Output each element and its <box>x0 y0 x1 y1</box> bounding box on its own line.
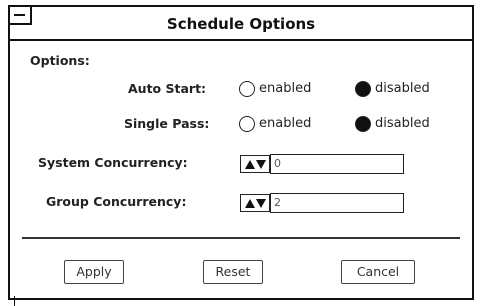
window-title: Schedule Options <box>166 15 316 33</box>
single-pass-disabled-label[interactable]: disabled <box>375 116 430 131</box>
single-pass-label: Single Pass: <box>124 116 210 131</box>
title-bar: Schedule Options <box>10 7 472 41</box>
group-concurrency-label: Group Concurrency: <box>46 194 187 209</box>
auto-start-label: Auto Start: <box>128 81 207 96</box>
single-pass-disabled-radio[interactable] <box>355 116 371 132</box>
resize-handle[interactable] <box>14 296 15 306</box>
reset-button[interactable]: Reset <box>203 260 263 284</box>
schedule-options-window: Schedule Options Options: Auto Start: en… <box>8 5 474 306</box>
single-pass-enabled-radio[interactable] <box>239 116 255 132</box>
group-concurrency-input[interactable]: 2 <box>270 193 404 213</box>
separator <box>22 237 460 239</box>
system-concurrency-stepper[interactable] <box>240 155 270 173</box>
decrement-arrow-icon[interactable] <box>255 198 266 208</box>
apply-button[interactable]: Apply <box>64 260 124 284</box>
system-concurrency-label: System Concurrency: <box>38 155 188 170</box>
system-concurrency-input[interactable]: 0 <box>270 154 404 174</box>
auto-start-enabled-label[interactable]: enabled <box>259 81 311 96</box>
single-pass-enabled-label[interactable]: enabled <box>259 116 311 131</box>
group-concurrency-stepper[interactable] <box>240 194 270 212</box>
options-heading: Options: <box>30 53 90 68</box>
auto-start-enabled-radio[interactable] <box>239 81 255 97</box>
auto-start-disabled-label[interactable]: disabled <box>375 81 430 96</box>
increment-arrow-icon[interactable] <box>244 198 255 208</box>
cancel-button[interactable]: Cancel <box>341 260 415 284</box>
decrement-arrow-icon[interactable] <box>255 159 266 169</box>
increment-arrow-icon[interactable] <box>244 159 255 169</box>
auto-start-disabled-radio[interactable] <box>355 81 371 97</box>
